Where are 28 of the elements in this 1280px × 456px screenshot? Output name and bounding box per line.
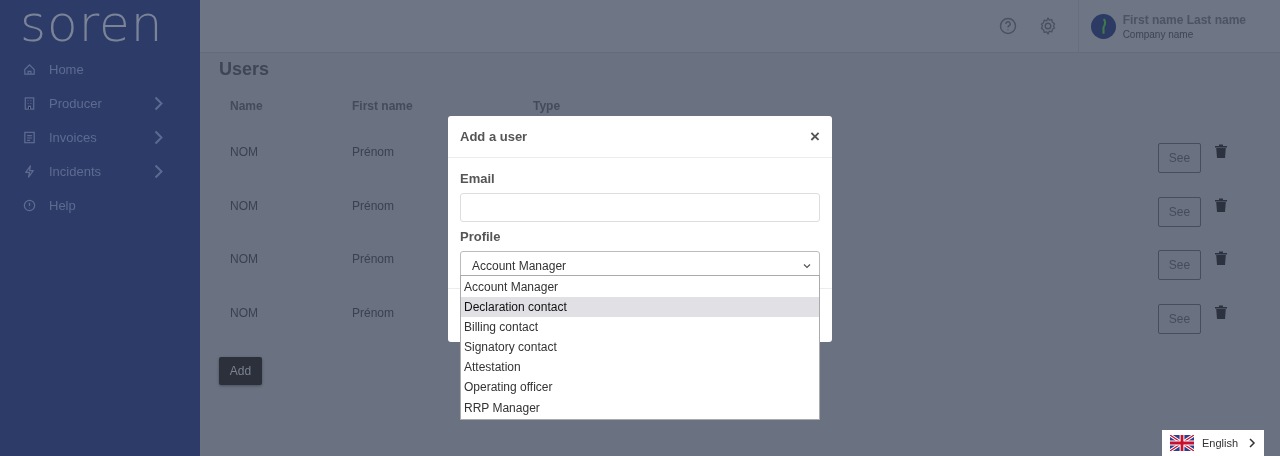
dropdown-option[interactable]: Account Manager — [461, 277, 819, 298]
flag-icon — [1170, 435, 1194, 451]
trash-icon[interactable] — [1215, 197, 1227, 212]
avatar[interactable] — [1090, 13, 1116, 39]
email-field[interactable] — [460, 193, 820, 222]
close-button[interactable]: × — [810, 128, 820, 145]
dropdown-option[interactable]: Attestation — [461, 357, 819, 378]
home-icon — [22, 61, 37, 77]
chevron-icon — [1248, 438, 1256, 448]
chevron-icon — [803, 262, 811, 269]
trash-icon[interactable] — [1215, 144, 1227, 158]
dropdown-option[interactable]: Signatory contact — [461, 337, 819, 358]
help-icon — [22, 197, 37, 213]
building-icon — [22, 95, 37, 111]
trash-icon[interactable] — [1215, 304, 1227, 319]
dropdown-option[interactable]: Declaration contact — [461, 297, 819, 318]
field-label: Profile — [460, 229, 502, 244]
trash-icon[interactable] — [1215, 251, 1227, 265]
help-icon[interactable] — [997, 16, 1018, 36]
dropdown-option[interactable]: Billing contact — [461, 317, 819, 338]
language-selector[interactable]: English — [1162, 430, 1264, 456]
logo: soren — [19, 0, 165, 52]
dialog-title: Add a user — [460, 129, 529, 144]
dropdown-option[interactable]: RRP Manager — [461, 397, 819, 418]
dropdown-option[interactable]: Operating officer — [461, 377, 819, 398]
field-label: Email — [460, 171, 496, 186]
receipt-icon — [22, 129, 37, 145]
lightning-icon — [22, 163, 37, 179]
